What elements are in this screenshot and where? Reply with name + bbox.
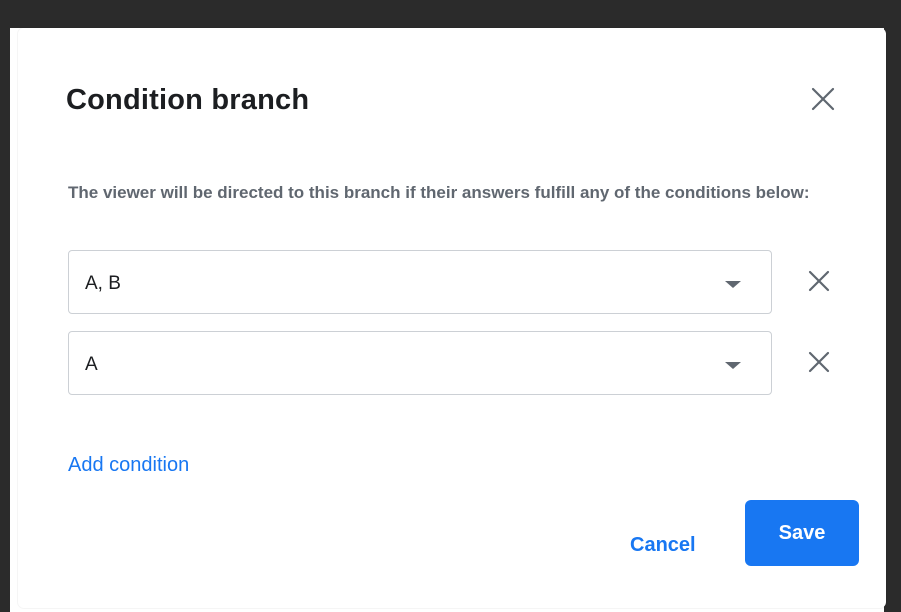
condition-select[interactable]: A, B: [68, 250, 772, 314]
add-condition-link[interactable]: Add condition: [68, 454, 189, 477]
condition-row: A, B: [68, 250, 858, 316]
condition-row: A: [68, 331, 858, 397]
remove-condition-icon[interactable]: [804, 347, 834, 377]
close-icon[interactable]: [808, 84, 838, 114]
save-button[interactable]: Save: [745, 500, 859, 566]
overlay-top: [0, 0, 884, 28]
caret-down-icon: [725, 281, 741, 288]
condition-select[interactable]: A: [68, 331, 772, 395]
caret-down-icon: [725, 362, 741, 369]
dialog-description: The viewer will be directed to this bran…: [68, 183, 810, 202]
overlay-left: [0, 0, 10, 612]
dialog-title: Condition branch: [66, 84, 310, 116]
condition-select-value: A: [85, 354, 98, 375]
cancel-button[interactable]: Cancel: [630, 516, 696, 574]
remove-condition-icon[interactable]: [804, 266, 834, 296]
condition-select-value: A, B: [85, 273, 121, 294]
condition-branch-dialog: Condition branch The viewer will be dire…: [18, 28, 886, 608]
overlay-right: [884, 0, 901, 612]
